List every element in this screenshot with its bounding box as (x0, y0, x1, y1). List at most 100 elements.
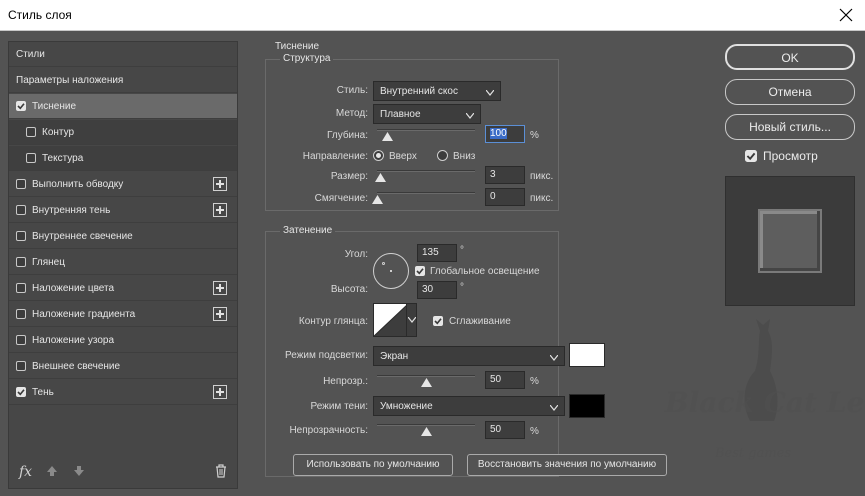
cancel-button[interactable]: Отмена (725, 79, 855, 105)
add-icon[interactable] (213, 177, 227, 191)
soften-label: Смягчение: (314, 193, 368, 204)
style-item[interactable]: Глянец (9, 250, 237, 275)
checkbox[interactable] (26, 127, 36, 137)
depth-input[interactable]: 100 (485, 125, 525, 143)
checkbox[interactable] (16, 179, 26, 189)
checkbox[interactable] (16, 335, 26, 345)
style-preview (725, 176, 855, 306)
direction-down-radio[interactable] (437, 150, 448, 161)
depth-label: Глубина: (327, 130, 368, 141)
antialias-checkbox[interactable] (433, 316, 443, 326)
checkbox[interactable] (16, 283, 26, 293)
contour-preview-icon (373, 303, 409, 337)
global-light-checkbox[interactable] (415, 266, 425, 276)
highlight-opacity-unit: % (530, 376, 539, 387)
shadow-opacity-slider-thumb[interactable] (421, 427, 432, 436)
highlight-opacity-input[interactable]: 50 (485, 371, 525, 389)
style-item[interactable]: Внутреннее свечение (9, 224, 237, 249)
depth-slider-track[interactable] (377, 129, 475, 131)
shadow-opacity-label: Непрозрачность: (289, 425, 368, 436)
reset-default-button[interactable]: Восстановить значения по умолчанию (467, 454, 667, 476)
add-icon[interactable] (213, 203, 227, 217)
soften-input[interactable]: 0 (485, 188, 525, 206)
size-unit: пикс. (530, 171, 554, 182)
angle-label: Угол: (344, 249, 368, 260)
style-item[interactable]: Тиснение (9, 94, 237, 119)
size-slider-thumb[interactable] (374, 173, 386, 182)
depth-slider-thumb[interactable] (381, 132, 393, 141)
preview-label: Просмотр (763, 149, 818, 163)
style-item-label: Контур (42, 127, 75, 138)
checkbox[interactable] (16, 205, 26, 215)
emboss-settings: Тиснение Структура Стиль: Внутренний ско… (255, 41, 705, 489)
chevron-down-icon (549, 353, 559, 361)
move-up-icon[interactable] (46, 464, 58, 478)
dialog-body: Стили Параметры наложения Тиснение Контур Те… (0, 31, 865, 496)
method-select[interactable]: Плавное (373, 104, 481, 124)
new-style-button[interactable]: Новый стиль... (725, 114, 855, 140)
add-icon[interactable] (213, 385, 227, 399)
highlight-opacity-slider-thumb[interactable] (421, 378, 432, 387)
shadow-opacity-slider-track[interactable] (377, 424, 475, 426)
altitude-unit: ° (460, 282, 464, 293)
highlight-mode-label: Режим подсветки: (285, 350, 368, 361)
shadow-mode-select[interactable]: Умножение (373, 396, 565, 416)
preview-swatch (758, 209, 822, 273)
shadow-opacity-unit: % (530, 426, 539, 437)
altitude-input[interactable]: 30 (417, 281, 457, 299)
style-select[interactable]: Внутренний скос (373, 81, 501, 101)
style-item[interactable]: Выполнить обводку (9, 172, 237, 197)
style-item[interactable]: Стили (9, 42, 237, 67)
style-label: Стиль: (336, 85, 368, 96)
gloss-contour-picker[interactable] (373, 303, 417, 337)
style-item[interactable]: Наложение узора (9, 328, 237, 353)
style-item[interactable]: Параметры наложения (9, 68, 237, 93)
highlight-mode-select[interactable]: Экран (373, 346, 565, 366)
fx-icon[interactable]: fx (19, 464, 32, 480)
style-item[interactable]: Внешнее свечение (9, 354, 237, 379)
direction-up-radio[interactable] (373, 150, 384, 161)
close-icon[interactable] (837, 6, 855, 24)
highlight-color-swatch[interactable] (569, 343, 605, 367)
style-item[interactable]: Тень (9, 380, 237, 405)
method-label: Метод: (335, 108, 368, 119)
angle-input[interactable]: 135 (417, 244, 457, 262)
checkbox[interactable] (26, 153, 36, 163)
size-slider-track[interactable] (377, 170, 475, 172)
add-icon[interactable] (213, 281, 227, 295)
window-title: Стиль слоя (8, 8, 72, 22)
checked-checkbox[interactable] (16, 387, 26, 397)
structure-title: Структура (280, 53, 334, 64)
soften-slider-thumb[interactable] (372, 195, 383, 204)
preview-checkbox[interactable] (745, 150, 757, 162)
checked-checkbox[interactable] (16, 101, 26, 111)
size-input[interactable]: 3 (485, 166, 525, 184)
ok-button[interactable]: OK (725, 44, 855, 70)
style-item[interactable]: Контур (9, 120, 237, 145)
angle-dial[interactable] (373, 253, 409, 289)
checkbox[interactable] (16, 309, 26, 319)
style-item[interactable]: Текстура (9, 146, 237, 171)
angle-dial-indicator (382, 262, 385, 265)
style-item[interactable]: Внутренняя тень (9, 198, 237, 223)
make-default-button[interactable]: Использовать по умолчанию (293, 454, 453, 476)
style-item-label: Тиснение (32, 101, 77, 112)
style-item-label: Наложение градиента (32, 309, 136, 320)
chevron-down-icon[interactable] (406, 304, 416, 336)
style-item[interactable]: Наложение градиента (9, 302, 237, 327)
checkbox[interactable] (16, 231, 26, 241)
style-item-label: Наложение узора (32, 335, 115, 346)
move-down-icon[interactable] (73, 464, 85, 478)
trash-icon[interactable] (214, 463, 228, 479)
style-item-label: Наложение цвета (32, 283, 115, 294)
shadow-color-swatch[interactable] (569, 394, 605, 418)
add-icon[interactable] (213, 307, 227, 321)
shadow-opacity-input[interactable]: 50 (485, 421, 525, 439)
soften-slider-track[interactable] (377, 192, 475, 194)
shadow-mode-value: Умножение (380, 401, 433, 412)
style-item[interactable]: Наложение цвета (9, 276, 237, 301)
direction-down-label: Вниз (453, 151, 476, 162)
checkbox[interactable] (16, 257, 26, 267)
checkbox[interactable] (16, 361, 26, 371)
highlight-opacity-slider-track[interactable] (377, 375, 475, 377)
